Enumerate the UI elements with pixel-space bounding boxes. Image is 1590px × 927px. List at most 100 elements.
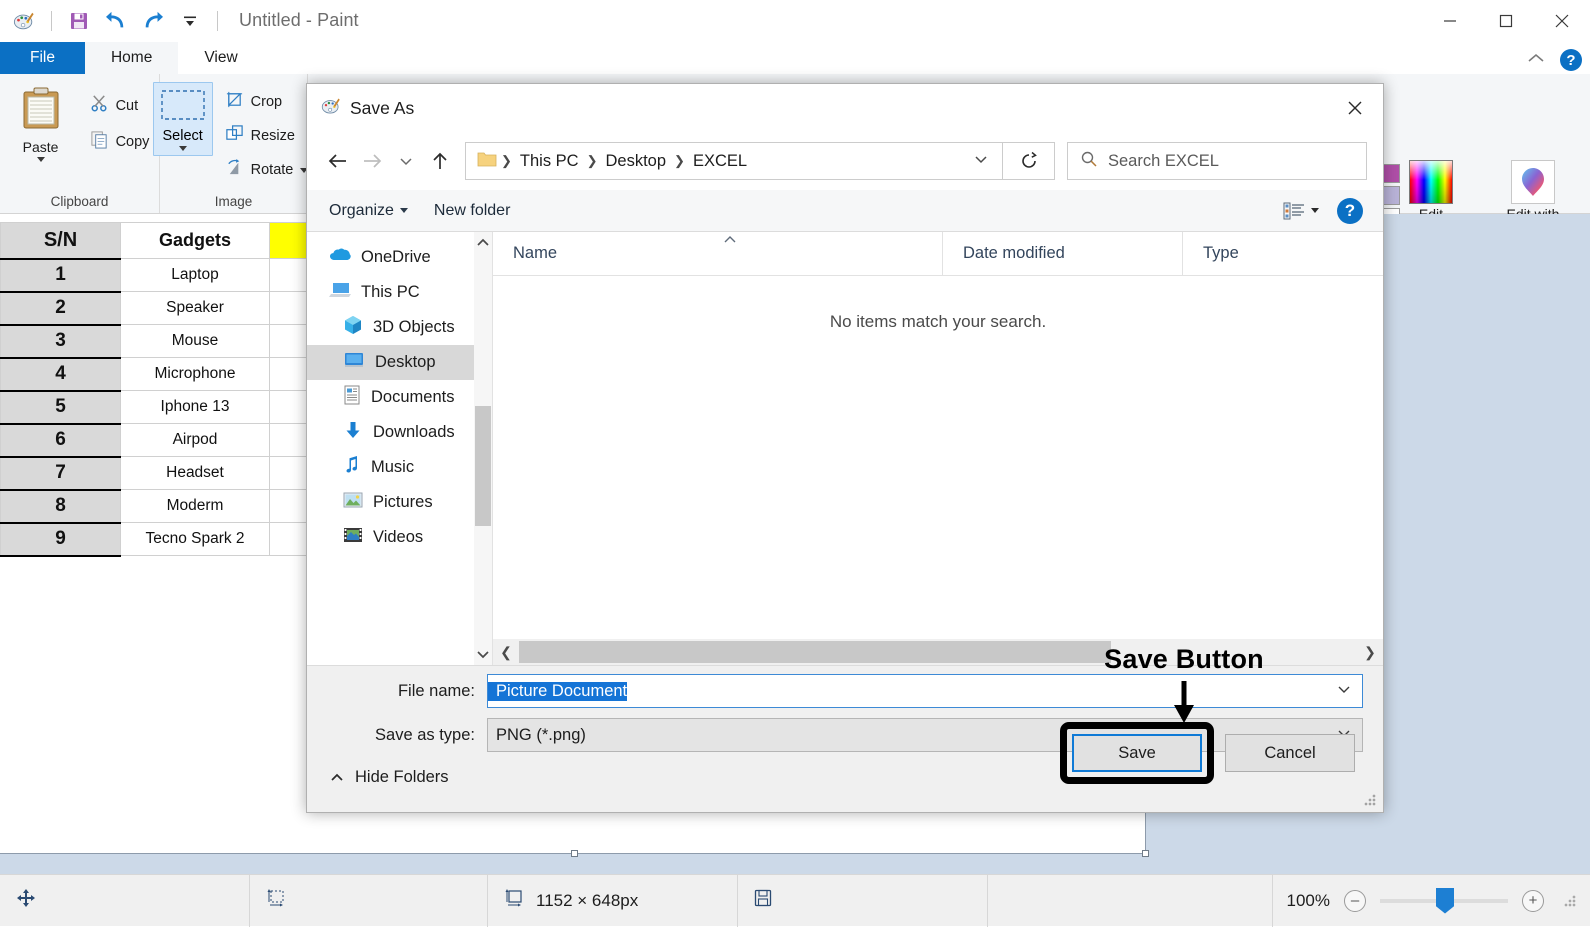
column-header-date-modified[interactable]: Date modified (943, 231, 1183, 276)
undo-icon[interactable] (102, 7, 130, 35)
chevron-up-icon[interactable] (476, 232, 490, 254)
tab-file[interactable]: File (0, 42, 85, 74)
column-header-name[interactable]: Name (493, 231, 943, 276)
paint-icon[interactable] (10, 7, 38, 35)
organize-button[interactable]: Organize (329, 202, 408, 220)
chevron-down-icon[interactable] (1336, 682, 1352, 700)
sidebar-item-3d-objects[interactable]: 3D Objects (307, 310, 492, 345)
minimize-icon[interactable] (1422, 0, 1478, 42)
sidebar-item-downloads[interactable]: Downloads (307, 415, 492, 450)
ribbon-group-image: Select Crop Resize Rotate Image (152, 74, 309, 213)
zoom-slider[interactable] (1380, 887, 1508, 914)
sidebar-item-videos[interactable]: Videos (307, 520, 492, 555)
arrow-right-icon[interactable] (355, 144, 389, 178)
hide-folders-button[interactable]: Hide Folders (329, 768, 449, 787)
onedrive-icon (329, 247, 351, 268)
chevron-down-icon[interactable] (972, 152, 996, 170)
cell-gadget: Moderm (120, 489, 270, 523)
search-icon (1080, 150, 1098, 173)
cell-blank (269, 423, 310, 457)
chevron-down-icon[interactable] (389, 144, 423, 178)
zoom-slider-thumb[interactable] (1436, 887, 1454, 914)
plus-icon[interactable]: + (1522, 889, 1544, 912)
rotate-button[interactable]: Rotate (219, 154, 315, 186)
maximize-icon[interactable] (1478, 0, 1534, 42)
select-dropdown-caret-icon[interactable] (178, 146, 187, 151)
breadcrumb-desktop[interactable]: Desktop (601, 152, 672, 171)
status-bar: 1152 × 648px 100% – + (0, 874, 1590, 927)
sidebar-item-pictures[interactable]: Pictures (307, 485, 492, 520)
save-icon[interactable] (65, 7, 93, 35)
file-list-pane[interactable]: Name Date modified Type No items match y… (492, 231, 1383, 665)
selection-size-icon (266, 888, 288, 913)
this-pc-icon (329, 281, 351, 304)
sidebar-item-label: Documents (371, 388, 455, 406)
cut-button[interactable]: Cut (84, 90, 156, 122)
tab-home[interactable]: Home (84, 42, 179, 74)
close-icon[interactable] (1327, 84, 1383, 132)
cell-sn: 8 (0, 489, 121, 524)
cancel-button[interactable]: Cancel (1225, 734, 1355, 772)
cell-gadget: Airpod (120, 423, 270, 457)
chevron-up-icon (723, 233, 737, 247)
chevron-up-icon[interactable] (1526, 51, 1546, 70)
cell-sn: 5 (0, 390, 121, 425)
close-icon[interactable] (1534, 0, 1590, 42)
arrow-left-icon[interactable] (321, 144, 355, 178)
canvas-resize-handle-bottom[interactable] (571, 850, 578, 857)
save-button-highlight (1060, 722, 1214, 784)
sidebar-item-desktop[interactable]: Desktop (307, 345, 492, 380)
ribbon-group-clipboard: Paste Cut Copy Clipboard (0, 74, 160, 213)
image-group-label: Image (214, 194, 253, 209)
documents-icon (343, 385, 361, 410)
save-as-dialog: Save As ❯ This PC ❯ Desktop ❯ EXCEL Sear… (306, 83, 1384, 813)
sidebar-item-documents[interactable]: Documents (307, 380, 492, 415)
chevron-down-icon[interactable] (476, 643, 490, 665)
sidebar-item-label: OneDrive (361, 248, 431, 266)
refresh-icon[interactable] (1003, 142, 1055, 180)
table-row: 6 Airpod (0, 423, 310, 458)
chevron-left-icon[interactable]: ❮ (493, 644, 519, 661)
image-size-icon (504, 888, 526, 913)
sidebar-item-music[interactable]: Music (307, 450, 492, 485)
minus-icon[interactable]: – (1344, 889, 1366, 912)
breadcrumb-excel[interactable]: EXCEL (688, 152, 752, 171)
table-row: 8 Moderm (0, 489, 310, 524)
arrow-up-icon[interactable] (423, 144, 457, 178)
dialog-toolbar: Organize New folder ? (307, 190, 1383, 232)
window-resize-grip[interactable] (1564, 894, 1576, 907)
paste-dropdown-caret-icon[interactable] (36, 157, 45, 162)
scrollbar-thumb[interactable] (475, 406, 491, 526)
redo-icon[interactable] (139, 7, 167, 35)
new-folder-button[interactable]: New folder (434, 202, 510, 220)
breadcrumb-this-pc[interactable]: This PC (515, 152, 584, 171)
select-button[interactable]: Select (152, 82, 213, 156)
column-header-type[interactable]: Type (1183, 232, 1383, 276)
move-cursor-icon (16, 888, 36, 913)
chevron-right-icon[interactable]: ❯ (1357, 644, 1383, 661)
breadcrumb[interactable]: ❯ This PC ❯ Desktop ❯ EXCEL (465, 142, 1003, 180)
cell-blank (269, 291, 310, 325)
sidebar-item-this-pc[interactable]: This PC (307, 275, 492, 310)
paste-button[interactable]: Paste (4, 82, 78, 166)
cancel-button-container: Cancel (1225, 734, 1355, 772)
view-list-icon[interactable] (1283, 201, 1319, 221)
dialog-resize-grip[interactable] (1364, 794, 1376, 806)
customize-quick-access-icon[interactable] (176, 7, 204, 35)
question-mark-icon[interactable]: ? (1337, 197, 1363, 224)
crop-button[interactable]: Crop (219, 86, 315, 118)
sidebar-item-onedrive[interactable]: OneDrive (307, 240, 492, 275)
cell-blank (269, 390, 310, 424)
rotate-icon (225, 158, 244, 182)
scrollbar-thumb[interactable] (519, 641, 1111, 663)
resize-button[interactable]: Resize (219, 120, 315, 152)
tab-view[interactable]: View (178, 42, 263, 74)
column-header-sn: S/N (0, 222, 121, 260)
cell-gadget: Headset (120, 456, 270, 490)
navigation-pane-scrollbar[interactable] (474, 232, 492, 665)
copy-button[interactable]: Copy (84, 126, 156, 158)
canvas-resize-handle-corner[interactable] (1142, 850, 1149, 857)
cell-gadget: Microphone (120, 357, 270, 391)
question-mark-icon[interactable]: ? (1560, 49, 1582, 71)
search-input[interactable]: Search EXCEL (1067, 142, 1367, 180)
